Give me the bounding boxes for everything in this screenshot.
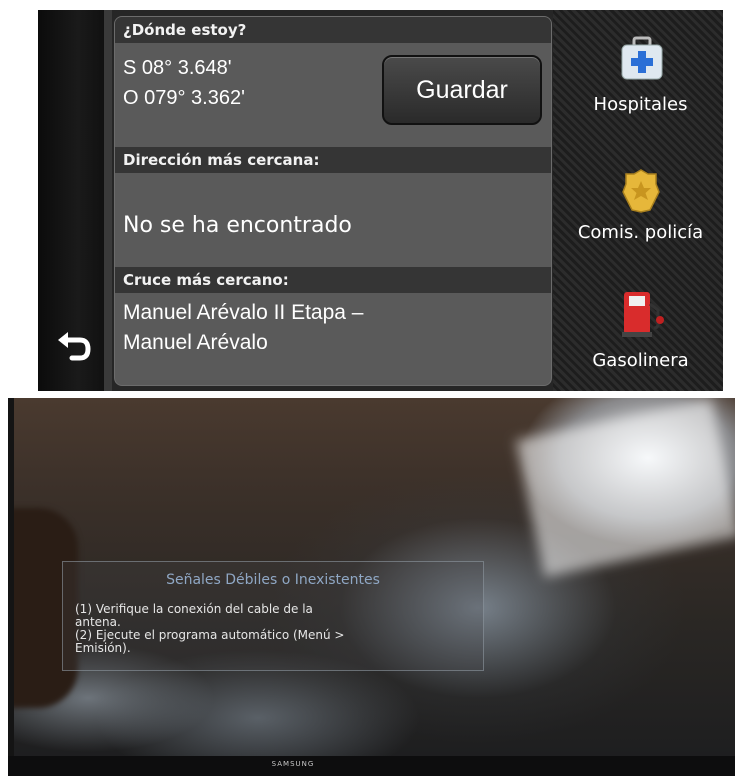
first-aid-kit-icon xyxy=(620,36,664,87)
dialog-line-2: antena. xyxy=(75,615,121,629)
dialog-line-4: Emisión). xyxy=(75,641,131,655)
hospitals-button[interactable]: Hospitales xyxy=(558,30,723,130)
gas-station-label: Gasolinera xyxy=(592,350,689,371)
nearest-address-value: No se ha encontrado xyxy=(123,213,352,238)
gps-screen: ¿Dónde estoy? S 08° 3.648' O 079° 3.362'… xyxy=(38,10,723,391)
hospitals-label: Hospitales xyxy=(593,94,688,115)
tv-bezel xyxy=(8,756,735,776)
where-am-i-header: ¿Dónde estoy? xyxy=(115,17,551,43)
latitude-text: S 08° 3.648' xyxy=(123,57,232,79)
back-arrow-icon[interactable] xyxy=(54,328,94,368)
dialog-line-1: (1) Verifique la conexión del cable de l… xyxy=(75,602,313,616)
location-card: ¿Dónde estoy? S 08° 3.648' O 079° 3.362'… xyxy=(114,16,552,386)
brand-logo: SAMSUNG xyxy=(271,760,315,768)
gas-station-button[interactable]: Gasolinera xyxy=(558,286,723,386)
police-badge-icon xyxy=(622,168,660,219)
crossing-line-1: Manuel Arévalo II Etapa – xyxy=(123,301,364,324)
nearest-crossing-header: Cruce más cercano: xyxy=(115,267,551,293)
nearest-address-header: Dirección más cercana: xyxy=(115,147,551,173)
left-edge xyxy=(8,398,14,776)
police-label: Comis. policía xyxy=(577,222,704,243)
dialog-title: Señales Débiles o Inexistentes xyxy=(166,572,380,588)
fuel-pump-icon xyxy=(620,288,666,343)
dialog-line-3: (2) Ejecute el programa automático (Menú… xyxy=(75,628,345,642)
weak-signal-dialog: Señales Débiles o Inexistentes (1) Verif… xyxy=(62,561,484,671)
police-button[interactable]: Comis. policía xyxy=(558,158,723,258)
save-button[interactable]: Guardar xyxy=(382,55,542,125)
tv-photo: Señales Débiles o Inexistentes (1) Verif… xyxy=(8,398,735,776)
longitude-text: O 079° 3.362' xyxy=(123,87,245,109)
left-bar-edge xyxy=(104,10,112,391)
crossing-line-2: Manuel Arévalo xyxy=(123,331,268,354)
